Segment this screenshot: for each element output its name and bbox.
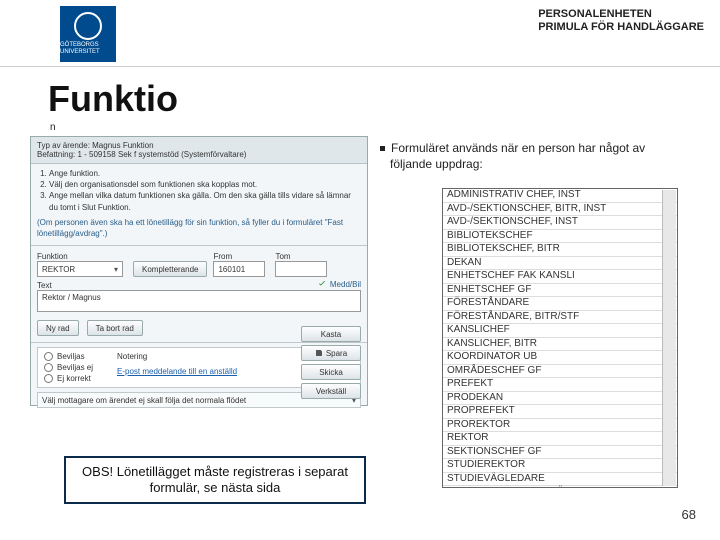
- role-item[interactable]: FÖRESTÅNDARE, BITR/STF: [443, 310, 677, 324]
- role-item[interactable]: DEKAN: [443, 256, 677, 270]
- logo-label: GÖTEBORGS UNIVERSITET: [60, 42, 116, 55]
- execute-button[interactable]: Verkställ: [301, 383, 361, 399]
- role-item[interactable]: BIBLIOTEKSCHEF: [443, 229, 677, 243]
- chevron-down-icon: ▾: [114, 265, 118, 274]
- logo-ring-icon: [74, 12, 102, 40]
- from-label: From: [213, 252, 269, 261]
- role-item[interactable]: PROPREFEKT: [443, 404, 677, 418]
- save-label: Spara: [326, 349, 347, 358]
- page-title-sub: n: [50, 122, 56, 133]
- position-line: Befattning: 1 - 509158 Sek f systemstöd …: [37, 150, 361, 159]
- complement-button[interactable]: Kompletterande: [133, 261, 207, 277]
- form-screenshot: Typ av ärende: Magnus Funktion Befattnin…: [30, 136, 368, 406]
- role-item[interactable]: SEKTIONSCHEF GF: [443, 445, 677, 459]
- page-title: Funktio: [48, 78, 178, 120]
- role-item[interactable]: PROREKTOR: [443, 418, 677, 432]
- from-value: 160101: [218, 265, 245, 274]
- role-item[interactable]: OMRÅDESCHEF GF: [443, 364, 677, 378]
- instruction-step: Ange funktion.: [49, 168, 361, 179]
- role-item[interactable]: KANSLICHEF: [443, 323, 677, 337]
- function-dropdown[interactable]: REKTOR ▾: [37, 261, 123, 277]
- role-item[interactable]: ENHETSCHEF GF: [443, 283, 677, 297]
- header-divider: [0, 66, 720, 67]
- tom-input[interactable]: [275, 261, 327, 277]
- radio-label: Beviljas: [57, 352, 85, 361]
- function-label: Funktion: [37, 252, 127, 261]
- page-number: 68: [682, 507, 696, 522]
- save-icon: [315, 349, 323, 357]
- bullet-block: Formuläret används när en person har någ…: [380, 140, 690, 172]
- bullet-icon: [380, 146, 385, 151]
- tom-label: Tom: [275, 252, 331, 261]
- attachment-label: Medd/Bil: [330, 280, 361, 289]
- send-button[interactable]: Skicka: [301, 364, 361, 380]
- from-input[interactable]: 160101: [213, 261, 265, 277]
- discard-button[interactable]: Kasta: [301, 326, 361, 342]
- flow-label: Välj mottagare om ärendet ej skall följa…: [42, 396, 246, 405]
- form-instructions: Ange funktion. Välj den organisationsdel…: [31, 164, 367, 243]
- role-item[interactable]: KANSLICHEF, BITR: [443, 337, 677, 351]
- header-text: PERSONALENHETEN PRIMULA FÖR HANDLÄGGARE: [538, 8, 704, 34]
- form-header: Typ av ärende: Magnus Funktion Befattnin…: [31, 137, 367, 164]
- attachment-indicator[interactable]: Medd/Bil: [317, 279, 361, 289]
- text-value: Rektor / Magnus: [42, 293, 101, 302]
- university-logo: GÖTEBORGS UNIVERSITET: [60, 6, 116, 62]
- note-text: OBS! Lönetillägget måste registreras i s…: [72, 464, 358, 497]
- grant-incorrect-radio[interactable]: Ej korrekt: [44, 374, 93, 383]
- role-item[interactable]: PREFEKT: [443, 377, 677, 391]
- role-item[interactable]: KOORDINATOR UB: [443, 350, 677, 364]
- email-employee-link[interactable]: E-post meddelande till en anställd: [117, 367, 237, 376]
- grant-no-radio[interactable]: Beviljas ej: [44, 363, 93, 372]
- instruction-step: Välj den organisationsdel som funktionen…: [49, 179, 361, 190]
- divider: [31, 245, 367, 246]
- role-item[interactable]: AVD-/SEKTIONSCHEF, INST: [443, 215, 677, 229]
- role-item[interactable]: STUDIEVÄGLEDARE: [443, 472, 677, 486]
- radio-label: Ej korrekt: [57, 374, 91, 383]
- new-row-button[interactable]: Ny rad: [37, 320, 79, 336]
- header-line-1: PERSONALENHETEN: [538, 8, 704, 21]
- action-buttons: Kasta Spara Skicka Verkställ: [301, 326, 361, 399]
- check-icon: [317, 279, 327, 289]
- grant-yes-radio[interactable]: Beviljas: [44, 352, 93, 361]
- scrollbar[interactable]: [662, 190, 676, 486]
- role-list[interactable]: ADMINISTRATIV CHEF, INSTAVD-/SEKTIONSCHE…: [442, 188, 678, 488]
- radio-label: Beviljas ej: [57, 363, 93, 372]
- role-item[interactable]: REKTOR: [443, 431, 677, 445]
- role-item[interactable]: STUDIEREKTOR: [443, 458, 677, 472]
- function-row: Funktion REKTOR ▾ Kompletterande From 16…: [31, 248, 367, 281]
- instruction-aside: (Om personen även ska ha ett lönetillägg…: [37, 217, 361, 239]
- role-item[interactable]: ADMINISTRATIV CHEF, INST: [443, 189, 677, 202]
- delete-row-button[interactable]: Ta bort rad: [87, 320, 143, 336]
- header-line-2: PRIMULA FÖR HANDLÄGGARE: [538, 21, 704, 34]
- role-item[interactable]: FÖRESTÅNDARE: [443, 296, 677, 310]
- role-item[interactable]: ENHETSCHEF FAK KANSLI: [443, 269, 677, 283]
- function-value: REKTOR: [42, 265, 75, 274]
- text-input[interactable]: Rektor / Magnus: [37, 290, 361, 312]
- case-type-line: Typ av ärende: Magnus Funktion: [37, 141, 361, 150]
- save-button[interactable]: Spara: [301, 345, 361, 361]
- instruction-step: Ange mellan vilka datum funktionen ska g…: [49, 190, 361, 212]
- role-item[interactable]: AVD-/SEKTIONSCHEF, BITR, INST: [443, 202, 677, 216]
- role-item[interactable]: UNIVERSITETSDIREKTÖR: [443, 485, 677, 488]
- bullet-text: Formuläret används när en person har någ…: [390, 141, 645, 171]
- role-item[interactable]: BIBLIOTEKSCHEF, BITR: [443, 242, 677, 256]
- note-box: OBS! Lönetillägget måste registreras i s…: [64, 456, 366, 504]
- role-item[interactable]: PRODEKAN: [443, 391, 677, 405]
